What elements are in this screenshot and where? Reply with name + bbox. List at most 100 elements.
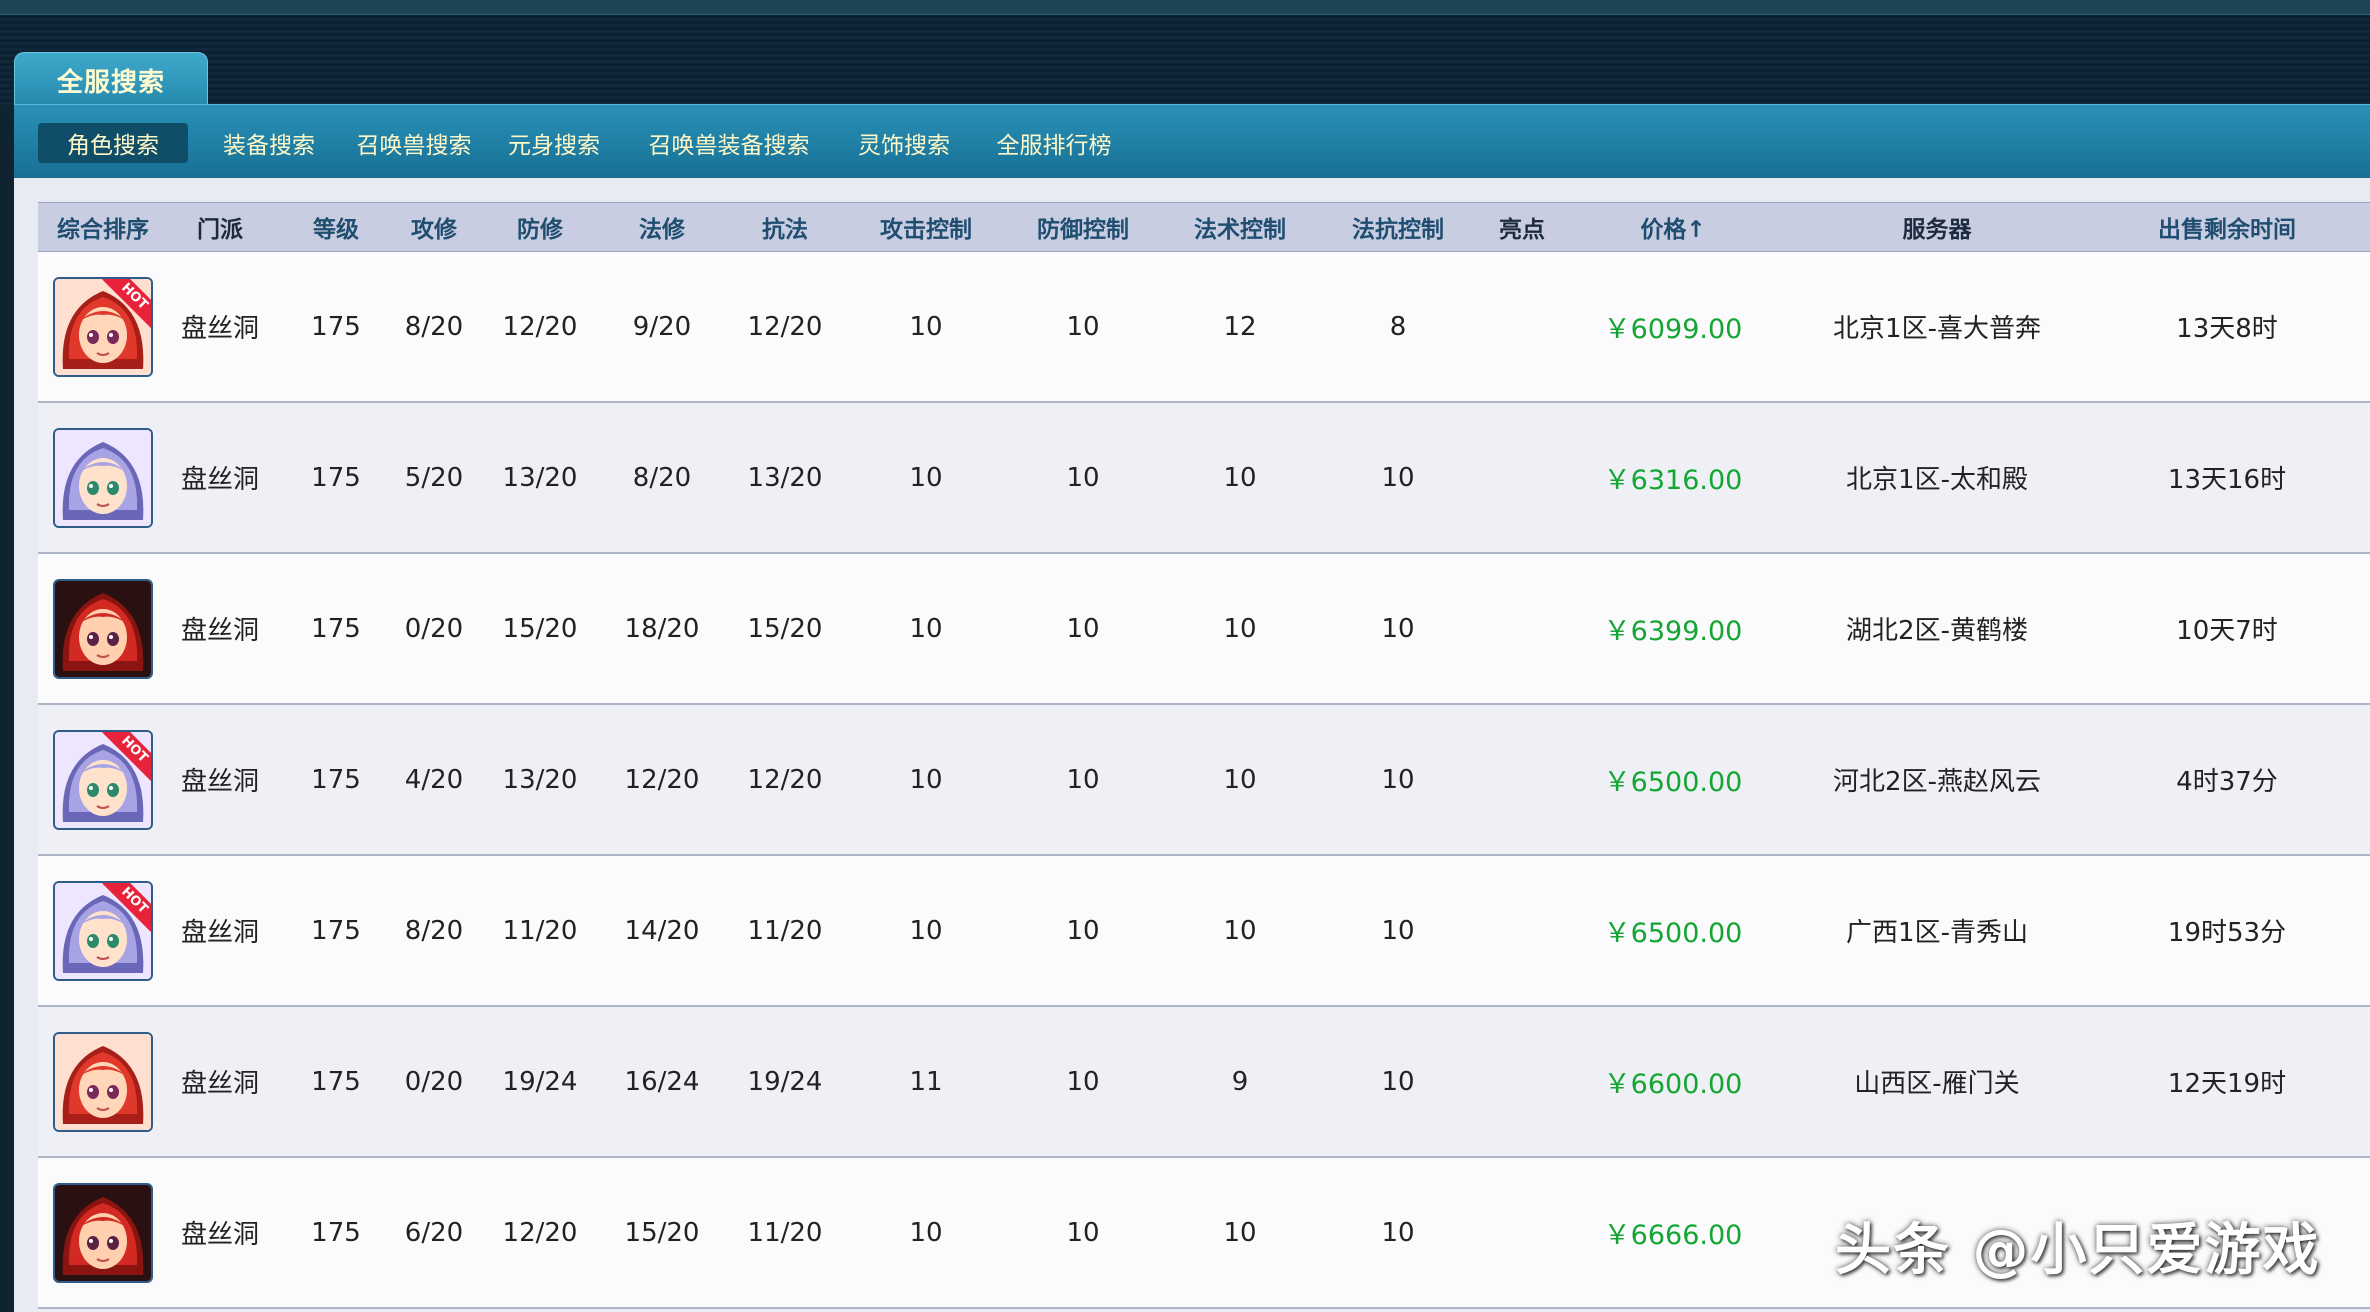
cell-sect: 盘丝洞 <box>168 1157 272 1309</box>
cell-remaining-time: 12天19时 <box>2084 1006 2370 1158</box>
cell-def-control: 10 <box>994 1157 1172 1309</box>
cell-remaining-time: 13天16时 <box>2084 402 2370 554</box>
cell-mag-cultivation: 14/20 <box>612 855 712 1007</box>
character-avatar[interactable]: HOT <box>53 880 153 981</box>
cell-mag-cultivation: 8/20 <box>612 402 712 554</box>
cell-atk-control: 10 <box>858 1157 994 1309</box>
subnav-leaderboard[interactable]: 全服排行榜 <box>974 123 1134 163</box>
cell-atk-control: 10 <box>858 704 994 856</box>
character-avatar[interactable]: HOT <box>53 276 153 377</box>
cell-resist-control: 10 <box>1308 1157 1488 1309</box>
subnav-summon-search[interactable]: 召唤兽搜索 <box>324 123 504 163</box>
cell-atk-cultivation: 8/20 <box>400 251 468 403</box>
cell-price: ￥6600.00 <box>1556 1006 1790 1158</box>
table-row[interactable]: HOT 盘丝洞 175 4/20 13/20 12/20 12/20 10 10 10 10 ￥650… <box>38 704 2370 856</box>
cell-resist-cultivation: 12/20 <box>712 704 858 856</box>
cell-atk-cultivation: 0/20 <box>400 553 468 705</box>
col-resist-cultivation[interactable]: 抗法 <box>712 202 858 252</box>
cell-atk-cultivation: 5/20 <box>400 402 468 554</box>
cell-def-control: 10 <box>994 553 1172 705</box>
cell-def-control: 10 <box>994 402 1172 554</box>
cell-def-cultivation: 13/20 <box>468 402 612 554</box>
subnav-yuanshen-search[interactable]: 元身搜索 <box>484 123 624 163</box>
cell-def-control: 10 <box>994 855 1172 1007</box>
cell-highlight <box>1488 704 1556 856</box>
table-row[interactable]: 盘丝洞 175 0/20 19/24 16/24 19/24 11 10 9 10 ￥6600.00… <box>38 1006 2370 1158</box>
cell-mag-control: 10 <box>1172 704 1308 856</box>
cell-atk-control: 10 <box>858 553 994 705</box>
cell-sect: 盘丝洞 <box>168 402 272 554</box>
character-avatar[interactable]: HOT <box>53 729 153 830</box>
subnav-lingshi-search[interactable]: 灵饰搜索 <box>834 123 974 163</box>
cell-atk-cultivation: 8/20 <box>400 855 468 1007</box>
cell-server: 广西1区-青秀山 <box>1790 855 2084 1007</box>
cell-atk-cultivation: 4/20 <box>400 704 468 856</box>
cell-mag-cultivation: 16/24 <box>612 1006 712 1158</box>
subnav-role-search[interactable]: 角色搜索 <box>38 123 188 163</box>
table-row[interactable]: 盘丝洞 175 5/20 13/20 8/20 13/20 10 10 10 10 ￥6316.00… <box>38 402 2370 554</box>
cell-highlight <box>1488 402 1556 554</box>
character-avatar[interactable] <box>53 1182 153 1283</box>
col-atk-control[interactable]: 攻击控制 <box>858 202 994 252</box>
col-resist-control[interactable]: 法抗控制 <box>1308 202 1488 252</box>
cell-resist-control: 10 <box>1308 704 1488 856</box>
cell-server: 北京1区-太和殿 <box>1790 402 2084 554</box>
col-server: 服务器 <box>1790 202 2084 252</box>
cell-mag-control: 10 <box>1172 855 1308 1007</box>
cell-remaining-time: 4时37分 <box>2084 704 2370 856</box>
col-def-cultivation[interactable]: 防修 <box>468 202 612 252</box>
cell-resist-cultivation: 19/24 <box>712 1006 858 1158</box>
cell-avatar[interactable] <box>38 1157 168 1309</box>
cell-def-cultivation: 19/24 <box>468 1006 612 1158</box>
cell-resist-cultivation: 15/20 <box>712 553 858 705</box>
subnav-equipment-search[interactable]: 装备搜索 <box>194 123 344 163</box>
cell-resist-cultivation: 12/20 <box>712 251 858 403</box>
cell-resist-control: 10 <box>1308 1006 1488 1158</box>
cell-avatar[interactable]: HOT <box>38 855 168 1007</box>
cell-resist-control: 10 <box>1308 402 1488 554</box>
cell-def-cultivation: 13/20 <box>468 704 612 856</box>
table-row[interactable]: HOT 盘丝洞 175 8/20 11/20 14/20 11/20 10 10 10 10 ￥650… <box>38 855 2370 1007</box>
cell-mag-control: 10 <box>1172 402 1308 554</box>
cell-server: 山西区-雁门关 <box>1790 1006 2084 1158</box>
cell-avatar[interactable] <box>38 1006 168 1158</box>
col-mag-cultivation[interactable]: 法修 <box>612 202 712 252</box>
col-price[interactable]: 价格↑ <box>1556 202 1790 252</box>
cell-avatar[interactable] <box>38 402 168 554</box>
cell-mag-cultivation: 12/20 <box>612 704 712 856</box>
cell-level: 175 <box>272 704 400 856</box>
col-mag-control[interactable]: 法术控制 <box>1172 202 1308 252</box>
character-avatar[interactable] <box>53 427 153 528</box>
header-background <box>0 15 2370 105</box>
cell-resist-cultivation: 11/20 <box>712 1157 858 1309</box>
cell-server: 河北2区-燕赵风云 <box>1790 704 2084 856</box>
tab-full-server-search[interactable]: 全服搜索 <box>14 52 208 107</box>
col-atk-cultivation[interactable]: 攻修 <box>400 202 468 252</box>
cell-atk-control: 10 <box>858 251 994 403</box>
cell-price: ￥6500.00 <box>1556 704 1790 856</box>
col-remaining-time[interactable]: 出售剩余时间 <box>2084 202 2370 252</box>
cell-level: 175 <box>272 1157 400 1309</box>
cell-price: ￥6666.00 <box>1556 1157 1790 1309</box>
character-avatar[interactable] <box>53 578 153 679</box>
cell-avatar[interactable]: HOT <box>38 251 168 403</box>
table-row[interactable]: 盘丝洞 175 0/20 15/20 18/20 15/20 10 10 10 10 ￥6399.0… <box>38 553 2370 705</box>
cell-mag-control: 12 <box>1172 251 1308 403</box>
table-row[interactable]: HOT 盘丝洞 175 8/20 12/20 9/20 12/20 10 10 12 8 ￥6099.… <box>38 251 2370 403</box>
cell-remaining-time: 19时53分 <box>2084 855 2370 1007</box>
cell-price: ￥6316.00 <box>1556 402 1790 554</box>
col-sort-overall[interactable]: 综合排序 <box>38 202 168 252</box>
cell-sect: 盘丝洞 <box>168 855 272 1007</box>
col-level[interactable]: 等级 <box>272 202 400 252</box>
col-def-control[interactable]: 防御控制 <box>994 202 1172 252</box>
cell-avatar[interactable] <box>38 553 168 705</box>
subnav-summon-equipment-search[interactable]: 召唤兽装备搜索 <box>624 123 834 163</box>
cell-mag-cultivation: 9/20 <box>612 251 712 403</box>
cell-resist-control: 10 <box>1308 855 1488 1007</box>
cell-def-cultivation: 11/20 <box>468 855 612 1007</box>
cell-price: ￥6500.00 <box>1556 855 1790 1007</box>
col-sect: 门派 <box>168 202 272 252</box>
character-avatar[interactable] <box>53 1031 153 1132</box>
cell-remaining-time: 13天8时 <box>2084 251 2370 403</box>
cell-avatar[interactable]: HOT <box>38 704 168 856</box>
